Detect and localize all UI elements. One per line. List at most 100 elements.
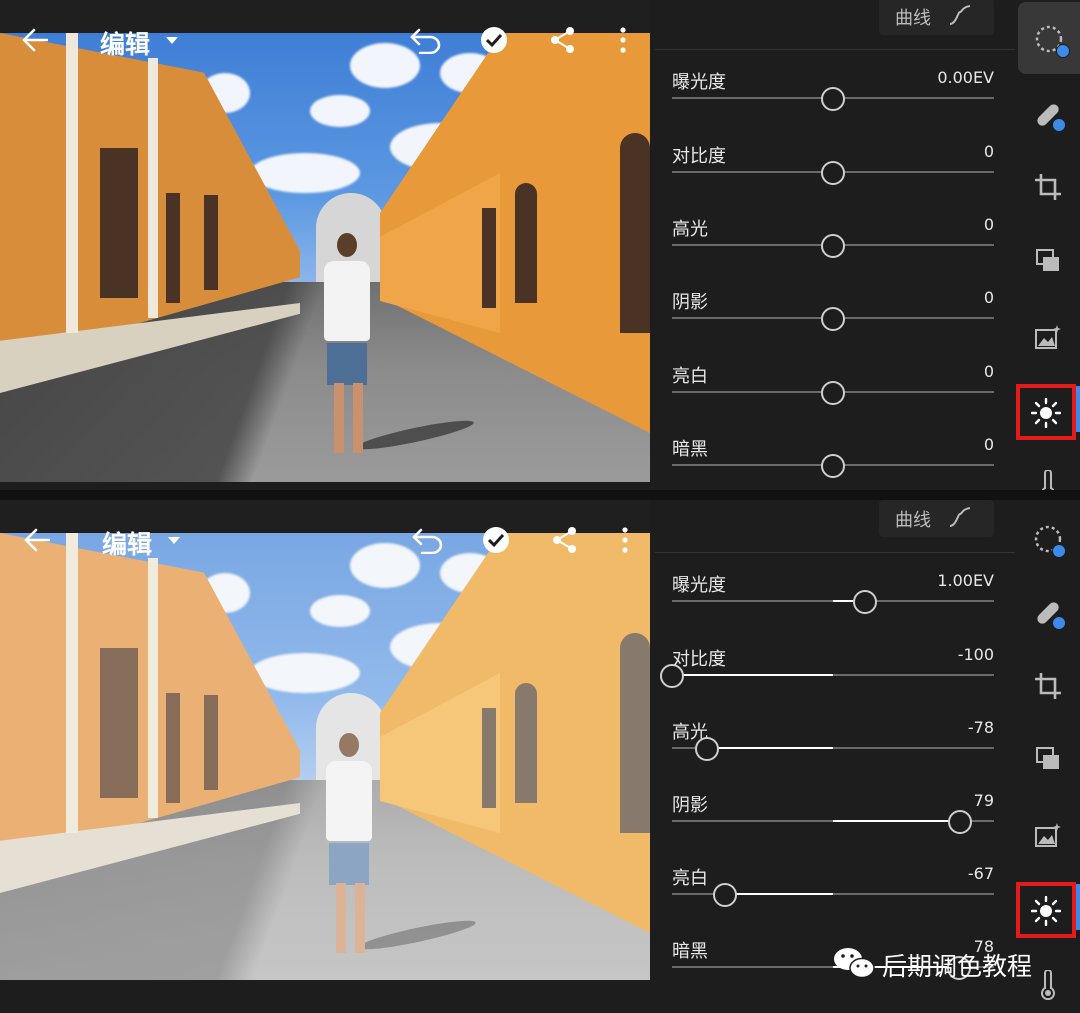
photo-window [166,193,180,303]
share-icon[interactable] [550,26,576,54]
photo-preview[interactable] [0,33,650,482]
photo-pilaster [148,58,158,318]
slider-value: 79 [973,791,994,810]
slider-value: 0 [983,288,994,307]
slider-knob[interactable] [853,590,878,614]
slider-blacks[interactable]: 暗黑 0 [672,435,994,490]
slider-knob[interactable] [948,810,973,834]
crop-tool[interactable] [1022,659,1074,711]
watermark-text: 后期调色教程 [882,952,1033,981]
photo-road-shadow [0,780,650,980]
selective-tool[interactable] [1022,512,1074,564]
slider-value: 1.00EV [937,571,994,590]
slider-whites[interactable]: 亮白 0 [672,362,994,435]
slider-knob[interactable] [821,307,845,331]
slider-fill [725,893,833,895]
slider-highlights[interactable]: 高光 0 [672,215,994,288]
layers-tool[interactable] [1022,732,1074,784]
top-bar: 编辑 [0,0,650,80]
top-bar: 编辑 [0,500,650,580]
undo-icon[interactable] [412,526,444,554]
slider-value: 0 [983,435,994,454]
enhance-tool[interactable] [1022,310,1074,362]
page-title[interactable]: 编辑 [100,25,150,61]
slider-contrast[interactable]: 对比度 -100 [660,645,994,718]
page-title[interactable]: 编辑 [102,525,152,561]
slider-exposure[interactable]: 曝光度 0.00EV [672,68,994,141]
photo-road [0,780,650,980]
slider-label: 暗黑 [672,439,708,460]
photo-right-building-mid [380,673,500,833]
enhance-icon [1035,823,1061,847]
curve-button[interactable]: 曲线 [879,0,994,35]
slider-whites[interactable]: 亮白 -67 [672,864,994,937]
more-vert-icon[interactable] [620,526,630,554]
watermark: 后期调色教程 [832,943,1032,987]
photo-window [482,208,496,308]
photo-cloud [390,623,490,671]
undo-icon[interactable] [410,26,442,54]
slider-contrast[interactable]: 对比度 0 [672,142,994,215]
crop-icon [1035,673,1061,699]
temperature-icon [1041,469,1055,490]
slider-highlights[interactable]: 高光 -78 [672,718,994,791]
slider-shadows[interactable]: 阴影 0 [672,288,994,361]
badge-icon [1056,44,1070,58]
slider-exposure[interactable]: 曝光度 1.00EV [672,571,994,644]
slider-knob[interactable] [713,883,738,907]
light-tool[interactable] [1016,384,1076,440]
light-tool[interactable] [1016,882,1076,938]
photo-door [515,183,537,303]
badge-icon [1052,616,1066,630]
crop-tool[interactable] [1022,160,1074,212]
healing-tool[interactable] [1022,586,1074,638]
selective-tool[interactable] [1018,2,1080,74]
share-icon[interactable] [552,526,578,554]
active-indicator [1076,386,1080,432]
confirm-check-icon[interactable] [480,26,508,54]
slider-knob[interactable] [695,737,720,761]
chevron-down-icon[interactable] [166,37,178,44]
temperature-tool[interactable] [1022,458,1074,490]
slider-shadows[interactable]: 阴影 79 [672,791,994,864]
photo-window [166,693,180,803]
wechat-icon [834,948,875,979]
slider-value: 0 [983,142,994,161]
light-icon [1030,895,1062,927]
layers-tool[interactable] [1022,234,1074,286]
layers-icon [1036,747,1059,769]
chevron-down-icon[interactable] [168,537,180,544]
back-arrow-icon[interactable] [22,28,48,52]
curve-button[interactable]: 曲线 [879,500,994,537]
slider-knob[interactable] [821,234,845,258]
photo-preview[interactable] [0,533,650,980]
slider-label: 对比度 [672,146,726,167]
photo-window [100,648,138,798]
healing-tool[interactable] [1022,88,1074,140]
slider-knob[interactable] [821,381,845,405]
photo-cloud [250,653,360,693]
slider-label: 亮白 [672,366,708,387]
screen-after: 编辑 曲线 曝光度 1.00EV 对比度 -100 高光 -78 阴影 79 亮… [0,500,1080,1013]
slider-knob[interactable] [821,87,845,111]
photo-arch [316,693,386,783]
curve-button-label: 曲线 [895,8,931,29]
slider-value: -100 [957,645,994,664]
more-vert-icon[interactable] [618,26,628,54]
photo-door [620,633,650,833]
slider-value: 0 [983,362,994,381]
slider-knob[interactable] [821,161,845,185]
curve-icon [949,507,971,527]
slider-knob[interactable] [821,454,845,478]
photo-left-building [0,533,300,863]
temperature-icon [1041,969,1055,1001]
confirm-check-icon[interactable] [482,526,510,554]
photo-window [482,708,496,808]
enhance-tool[interactable] [1022,808,1074,860]
slider-value: 0.00EV [937,68,994,87]
slider-knob[interactable] [660,664,684,688]
photo-left-sidewalk [0,803,300,893]
badge-icon [1052,118,1066,132]
back-arrow-icon[interactable] [24,528,50,552]
curve-button-label: 曲线 [895,510,931,531]
